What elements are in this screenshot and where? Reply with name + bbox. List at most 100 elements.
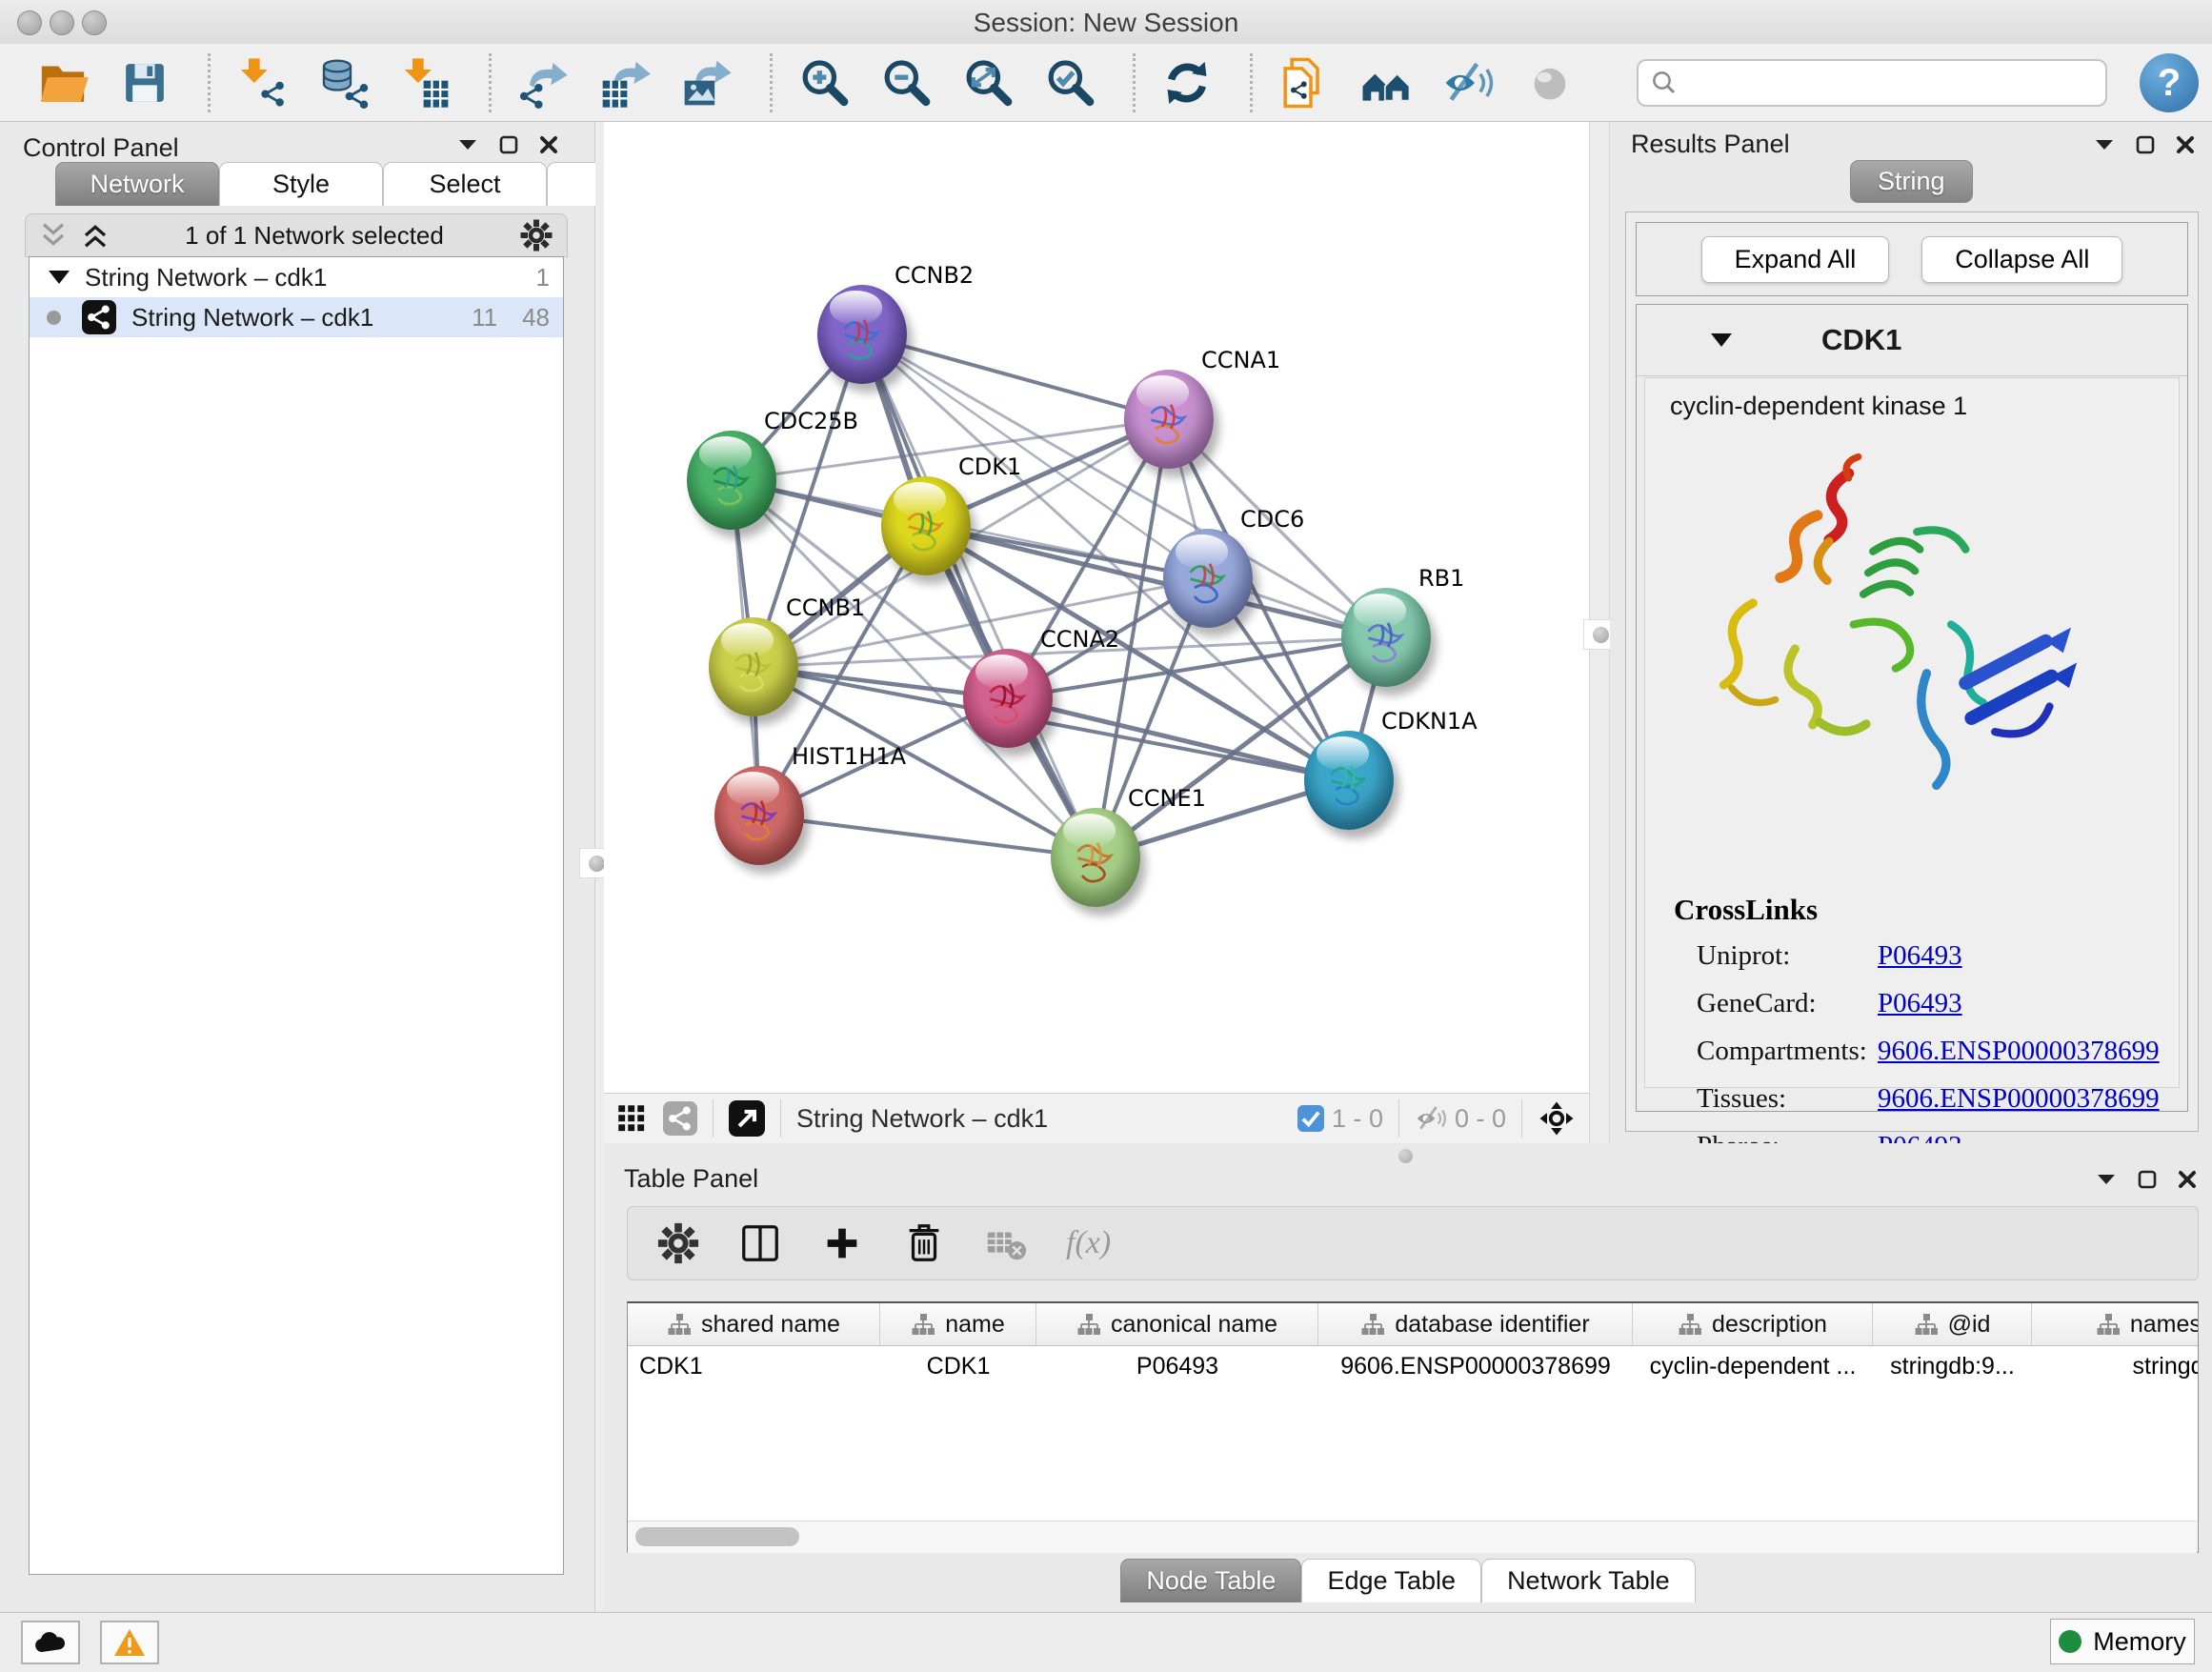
node-RB1[interactable] — [1341, 588, 1431, 687]
cell-id[interactable]: stringdb:9... — [1873, 1353, 2032, 1380]
search-input[interactable] — [1679, 68, 2082, 99]
collection-expander-icon[interactable] — [49, 271, 70, 284]
collapse-all-icon[interactable] — [39, 221, 68, 250]
tab-style[interactable]: Style — [219, 162, 383, 206]
add-column-icon[interactable] — [820, 1221, 864, 1265]
string-home-icon[interactable] — [1359, 56, 1413, 110]
zoom-fit-icon[interactable] — [961, 56, 1015, 110]
edge-CCNB2-CCNE1[interactable] — [862, 334, 1096, 857]
tab-network-table[interactable]: Network Table — [1481, 1559, 1696, 1602]
apply-layout-icon[interactable] — [1160, 56, 1214, 110]
cell-shared-name[interactable]: CDK1 — [628, 1353, 880, 1380]
session-document-icon[interactable] — [1277, 56, 1331, 110]
title-bar: Session: New Session — [0, 0, 2212, 45]
close-panel-icon[interactable] — [539, 135, 558, 154]
column-header-canonical-name[interactable]: canonical name — [1036, 1303, 1318, 1345]
tab-network[interactable]: Network — [55, 162, 219, 206]
cell-namespace[interactable]: stringdb — [2032, 1353, 2199, 1380]
help-button[interactable]: ? — [2140, 53, 2199, 112]
protein-ribbon-thumbnail — [974, 671, 1041, 736]
protein-ribbon-thumbnail — [892, 498, 959, 564]
node-CDKN1A[interactable] — [1304, 731, 1394, 830]
delete-column-icon[interactable] — [902, 1221, 946, 1265]
fit-content-crosshair-icon[interactable] — [1538, 1099, 1576, 1138]
column-header-id[interactable]: @id — [1873, 1303, 2032, 1345]
cell-name[interactable]: CDK1 — [880, 1353, 1036, 1380]
selected-nodes-checkbox-icon[interactable] — [1297, 1105, 1324, 1132]
cloud-status-button[interactable] — [21, 1621, 80, 1664]
node-HIST1H1A[interactable] — [714, 766, 804, 865]
node-table[interactable]: shared namenamecanonical namedatabase id… — [627, 1301, 2199, 1553]
export-table-icon[interactable] — [598, 56, 652, 110]
node-CDC25B[interactable] — [687, 431, 776, 530]
protein-expander-icon[interactable] — [1711, 333, 1732, 347]
column-header-shared-name[interactable]: shared name — [628, 1303, 880, 1345]
zoom-out-icon[interactable] — [879, 56, 933, 110]
horizontal-splitter-handle[interactable] — [1398, 1149, 1413, 1163]
network-options-gear-icon[interactable] — [519, 218, 553, 252]
protein-header[interactable]: CDK1 — [1637, 305, 2187, 376]
zoom-in-icon[interactable] — [797, 56, 851, 110]
search-box[interactable] — [1637, 59, 2107, 107]
scrollbar-thumb[interactable] — [635, 1527, 799, 1546]
column-header-name[interactable]: name — [880, 1303, 1036, 1345]
node-CDK1[interactable] — [881, 476, 971, 575]
zoom-selected-icon[interactable] — [1043, 56, 1096, 110]
node-CCNE1[interactable] — [1051, 808, 1140, 907]
warnings-button[interactable] — [100, 1621, 159, 1664]
table-horizontal-scrollbar[interactable] — [628, 1521, 2197, 1553]
float-panel-icon[interactable] — [2138, 1170, 2157, 1189]
table-row[interactable]: CDK1CDK1P064939606.ENSP00000378699cyclin… — [628, 1346, 2198, 1386]
crosslink-link[interactable]: P06493 — [1878, 988, 1962, 1019]
export-image-icon[interactable] — [680, 56, 734, 110]
panel-menu-icon[interactable] — [2096, 1173, 2117, 1186]
node-CCNA1[interactable] — [1124, 370, 1214, 469]
table-options-gear-icon[interactable] — [656, 1221, 700, 1265]
float-panel-icon[interactable] — [499, 135, 518, 154]
cell-database-identifier[interactable]: 9606.ENSP00000378699 — [1318, 1353, 1633, 1380]
save-session-icon[interactable] — [118, 56, 171, 110]
memory-button[interactable]: Memory — [2050, 1619, 2195, 1664]
column-header-database-identifier[interactable]: database identifier — [1318, 1303, 1633, 1345]
import-network-database-icon[interactable] — [317, 56, 371, 110]
edge-HIST1H1A-CCNE1[interactable] — [759, 816, 1096, 857]
import-table-file-icon[interactable] — [399, 56, 452, 110]
birdseye-grid-icon[interactable] — [617, 1104, 646, 1133]
crosslink-link[interactable]: P06493 — [1878, 940, 1962, 972]
column-visibility-icon[interactable] — [738, 1221, 782, 1265]
node-CCNA2[interactable] — [963, 649, 1053, 748]
node-CCNB1[interactable] — [709, 617, 798, 716]
close-panel-icon[interactable] — [2178, 1170, 2197, 1189]
expand-all-button[interactable]: Expand All — [1701, 236, 1890, 283]
network-row[interactable]: String Network – cdk1 11 48 — [30, 297, 563, 337]
window-title: Session: New Session — [0, 8, 2212, 38]
open-in-new-window-icon[interactable] — [729, 1100, 765, 1137]
cell-description[interactable]: cyclin-dependent ... — [1633, 1353, 1873, 1380]
crosslink-link[interactable]: 9606.ENSP00000378699 — [1878, 1036, 2160, 1067]
open-session-icon[interactable] — [36, 56, 90, 110]
panel-menu-icon[interactable] — [457, 138, 478, 151]
tab-node-table[interactable]: Node Table — [1120, 1559, 1301, 1602]
hide-graphics-details-icon[interactable] — [1441, 56, 1495, 110]
tab-edge-table[interactable]: Edge Table — [1301, 1559, 1481, 1602]
float-panel-icon[interactable] — [2136, 135, 2155, 154]
hidden-elements-icon[interactable] — [1415, 1102, 1447, 1135]
import-network-file-icon[interactable] — [235, 56, 289, 110]
node-CCNB2[interactable] — [817, 285, 907, 384]
network-canvas[interactable]: CCNB2CCNA1CDC25BCDK1CDC6RB1CCNB1CCNA2CDK… — [604, 122, 1589, 1093]
crosslink-row: Tissues:9606.ENSP00000378699 — [1674, 1083, 2160, 1115]
collapse-all-button[interactable]: Collapse All — [1921, 236, 2122, 283]
node-CDC6[interactable] — [1163, 529, 1253, 628]
close-panel-icon[interactable] — [2176, 135, 2195, 154]
expand-all-icon[interactable] — [81, 221, 110, 250]
panel-menu-icon[interactable] — [2094, 138, 2115, 151]
column-header-description[interactable]: description — [1633, 1303, 1873, 1345]
cell-canonical-name[interactable]: P06493 — [1036, 1353, 1318, 1380]
column-header-namespace[interactable]: namespace — [2032, 1303, 2199, 1345]
tab-string[interactable]: String — [1850, 160, 1973, 203]
network-collection-row[interactable]: String Network – cdk1 1 — [30, 257, 563, 297]
crosslink-link[interactable]: 9606.ENSP00000378699 — [1878, 1083, 2160, 1115]
export-network-icon[interactable] — [516, 56, 570, 110]
tab-select[interactable]: Select — [383, 162, 547, 206]
edge-CCNA2-CDKN1A[interactable] — [1008, 698, 1349, 780]
